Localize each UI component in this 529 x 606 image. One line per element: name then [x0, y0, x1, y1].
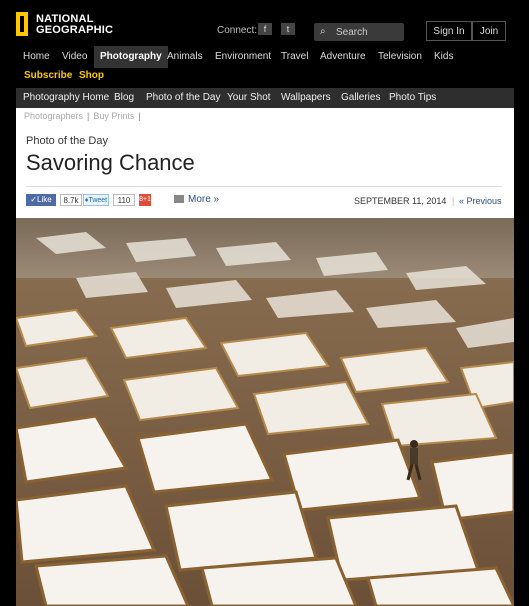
previous-link[interactable]: « Previous [459, 196, 502, 206]
buy-prints-link[interactable]: Buy Prints [93, 111, 134, 121]
sign-in-button[interactable]: Sign In [426, 21, 472, 41]
main-nav: Home Video Photography Animals Environme… [16, 46, 514, 68]
section-blog[interactable]: Blog [114, 88, 134, 108]
nat-geo-logo-icon[interactable] [16, 12, 28, 36]
promo-nav: Subscribe Shop [16, 68, 514, 86]
section-photography-home[interactable]: Photography Home [23, 88, 109, 108]
photo-of-the-day-image[interactable] [16, 218, 514, 606]
section-wallpapers[interactable]: Wallpapers [281, 88, 331, 108]
connect-label: Connect: [217, 25, 258, 36]
section-photo-tips[interactable]: Photo Tips [389, 88, 436, 108]
title-divider [26, 186, 502, 187]
tweet-count: 110 [113, 194, 135, 206]
nav-adventure[interactable]: Adventure [320, 46, 366, 68]
like-label: Like [37, 195, 52, 204]
divider: | [452, 196, 455, 206]
facebook-like-button[interactable]: ✓Like [26, 194, 56, 206]
tweet-label: Tweet [88, 197, 108, 204]
brand-wordmark[interactable]: NATIONAL GEOGRAPHIC [36, 14, 113, 36]
nav-kids[interactable]: Kids [434, 46, 453, 68]
section-nav: Photography Home Blog Photo of the Day Y… [16, 88, 514, 108]
more-share-link[interactable]: More » [174, 194, 219, 205]
article-kicker: Photo of the Day [26, 135, 108, 147]
thumbs-up-icon: ✓ [30, 195, 37, 204]
like-count: 8.7k [60, 194, 82, 206]
subscribe-link[interactable]: Subscribe [24, 70, 72, 81]
section-galleries[interactable]: Galleries [341, 88, 380, 108]
join-button[interactable]: Join [472, 21, 506, 41]
facebook-icon[interactable]: f [258, 23, 272, 35]
divider: | [87, 111, 90, 121]
section-your-shot[interactable]: Your Shot [227, 88, 271, 108]
search-input[interactable]: ⌕ Search [314, 23, 404, 41]
article-content: Photographers | Buy Prints | Photo of the D… [16, 108, 514, 606]
nav-video[interactable]: Video [62, 46, 87, 68]
page-title: Savoring Chance [26, 150, 195, 175]
top-bar: NATIONAL GEOGRAPHIC Connect: f t ⌕ Searc… [0, 0, 529, 46]
nav-photography[interactable]: Photography [94, 46, 168, 68]
publish-date: SEPTEMBER 11, 2014 [354, 196, 447, 206]
nav-animals[interactable]: Animals [167, 46, 203, 68]
section-photo-of-the-day[interactable]: Photo of the Day [146, 88, 221, 108]
search-placeholder: Search [336, 27, 368, 38]
email-icon [174, 195, 184, 204]
brand-line-2: GEOGRAPHIC [36, 24, 114, 36]
salt-pans-photo [16, 218, 514, 606]
nav-television[interactable]: Television [378, 46, 422, 68]
shop-link[interactable]: Shop [79, 70, 104, 81]
search-icon: ⌕ [320, 26, 326, 37]
google-plus-button[interactable]: 8+1 [139, 194, 151, 206]
nav-environment[interactable]: Environment [215, 46, 271, 68]
sub-links: Photographers | Buy Prints | [24, 111, 145, 121]
divider: | [138, 111, 141, 121]
nav-travel[interactable]: Travel [281, 46, 308, 68]
nav-home[interactable]: Home [23, 46, 50, 68]
more-label: More » [188, 194, 220, 205]
photographers-link[interactable]: Photographers [24, 111, 83, 121]
tweet-button[interactable]: ♦Tweet [83, 194, 109, 206]
twitter-icon[interactable]: t [281, 23, 295, 35]
